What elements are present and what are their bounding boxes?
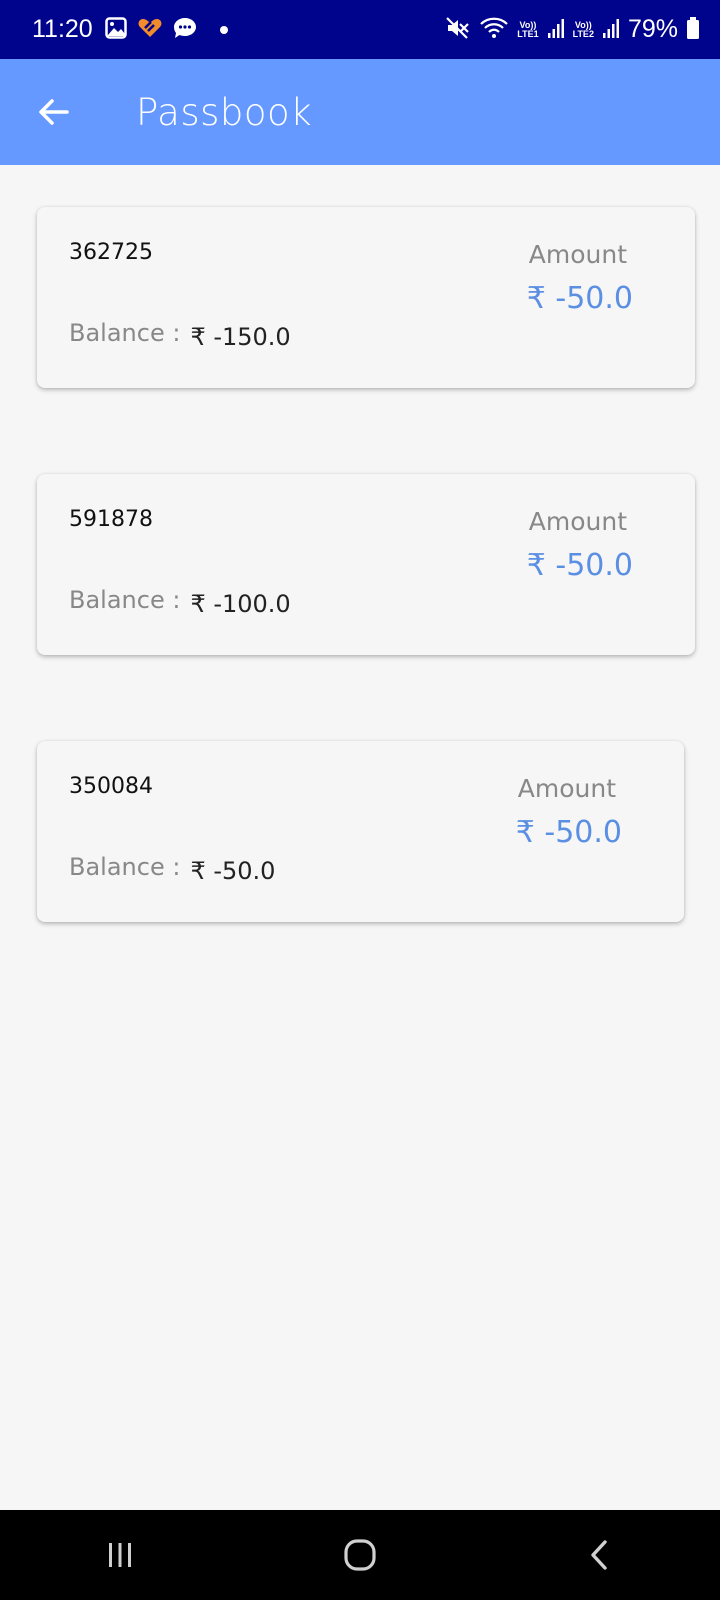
transaction-card[interactable]: 591878 Amount ₹ -50.0 Balance : ₹ -100.0 <box>37 474 695 655</box>
amount-label: Amount <box>528 240 627 269</box>
page-title: Passbook <box>136 90 313 134</box>
signal-icon <box>602 17 620 43</box>
amount-value: ₹ -50.0 <box>515 815 622 850</box>
system-icons: Vo)) LTE1 Vo)) LTE2 79% <box>445 15 700 44</box>
sim2-label: Vo)) LTE2 <box>572 20 594 39</box>
battery-icon <box>686 16 700 44</box>
balance-value: ₹ -50.0 <box>190 857 276 885</box>
balance-value: ₹ -100.0 <box>190 590 291 618</box>
gallery-icon <box>104 16 127 43</box>
amount-value: ₹ -50.0 <box>526 548 633 583</box>
app-notification-icon <box>137 17 163 43</box>
amount-label: Amount <box>517 774 616 803</box>
sim1-label: Vo)) LTE1 <box>517 20 539 39</box>
home-icon <box>344 1539 376 1571</box>
transaction-card[interactable]: 362725 Amount ₹ -50.0 Balance : ₹ -150.0 <box>37 207 695 388</box>
sim2-network-label: LTE2 <box>572 28 594 39</box>
amount-value: ₹ -50.0 <box>526 281 633 316</box>
signal-icon <box>547 17 565 43</box>
chat-icon <box>173 17 197 43</box>
battery-percentage: 79% <box>627 15 678 43</box>
back-icon <box>591 1540 607 1570</box>
balance-row: Balance : ₹ -50.0 <box>69 853 275 885</box>
balance-row: Balance : ₹ -150.0 <box>69 319 291 351</box>
amount-label: Amount <box>528 507 627 536</box>
transaction-id: 591878 <box>69 507 153 532</box>
balance-row: Balance : ₹ -100.0 <box>69 586 291 618</box>
notification-icons <box>104 16 229 43</box>
mute-icon <box>445 16 471 44</box>
balance-label: Balance : <box>69 319 181 347</box>
transaction-id: 350084 <box>69 774 153 799</box>
balance-label: Balance : <box>69 586 181 614</box>
status-bar: 11:20 Vo)) LTE1 Vo)) LTE2 79% <box>0 0 720 59</box>
system-nav-bar <box>0 1510 720 1600</box>
balance-value: ₹ -150.0 <box>190 323 291 351</box>
home-button[interactable] <box>320 1525 400 1585</box>
balance-label: Balance : <box>69 853 181 881</box>
transaction-card[interactable]: 350084 Amount ₹ -50.0 Balance : ₹ -50.0 <box>37 741 684 922</box>
arrow-left-icon <box>39 99 69 125</box>
dot-icon <box>219 20 229 39</box>
recents-button[interactable] <box>80 1525 160 1585</box>
wifi-icon <box>479 16 509 44</box>
app-bar: Passbook <box>0 59 720 165</box>
sim1-network-label: LTE1 <box>517 28 539 39</box>
recents-icon <box>109 1543 131 1567</box>
transaction-id: 362725 <box>69 240 153 265</box>
back-button[interactable] <box>24 82 84 142</box>
back-nav-button[interactable] <box>560 1525 640 1585</box>
status-time: 11:20 <box>32 15 93 43</box>
